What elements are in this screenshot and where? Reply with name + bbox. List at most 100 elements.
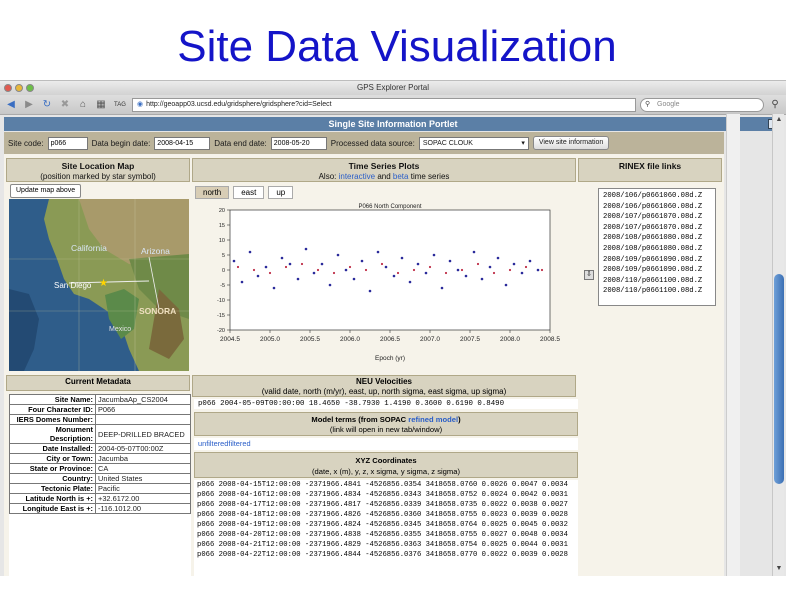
site-location-map[interactable]: California Arizona San Diego SONORA Mexi… [9, 199, 189, 371]
data-point [412, 268, 416, 272]
site-star-icon: ★ [99, 278, 108, 289]
model-terms-header: Model terms (from SOPAC refined model) (… [194, 412, 578, 436]
rinex-file-list[interactable]: 2008/106/p0661060.08d.Z 2008/106/p0661060… [598, 188, 716, 306]
ts-suffix: time series [410, 172, 450, 181]
data-point [480, 277, 484, 281]
metadata-key: Site Name: [9, 394, 96, 405]
forward-icon[interactable]: ▶ [22, 98, 36, 112]
bookmark-icon[interactable]: ▦ [94, 98, 108, 112]
tab-north[interactable]: north [195, 186, 230, 199]
search-placeholder: Google [657, 100, 680, 108]
rinex-file-link[interactable]: 2008/106/p0661060.08d.Z [603, 202, 711, 213]
model-title-prefix: Model terms (from SOPAC [311, 415, 407, 424]
data-point [456, 268, 460, 272]
data-point [272, 286, 276, 290]
component-tabs: north east up [195, 186, 294, 199]
data-point [304, 247, 308, 251]
tab-up[interactable]: up [268, 186, 294, 199]
rinex-file-link[interactable]: 2008/106/p0661060.08d.Z [603, 191, 711, 202]
metadata-row: Monument Description: DEEP-DRILLED BRACED [9, 424, 191, 444]
window-title: GPS Explorer Portal [356, 83, 430, 92]
tab-east[interactable]: east [233, 186, 265, 199]
rinex-file-link[interactable]: 2008/109/p0661090.08d.Z [603, 265, 711, 276]
back-icon[interactable]: ◀ [4, 98, 18, 112]
neu-subtitle: (valid date, north (m/yr), east, up, nor… [261, 387, 507, 396]
xyz-title: XYZ Coordinates [355, 456, 417, 465]
xyz-header: XYZ Coordinates (date, x (m), y, z, x si… [194, 452, 578, 478]
content-scrollbar[interactable] [726, 114, 740, 576]
source-select[interactable]: SOPAC CLOUK ▾ [418, 136, 529, 150]
rinex-file-link[interactable]: 2008/107/p0661070.08d.Z [603, 223, 711, 234]
data-point [448, 259, 452, 263]
data-point [232, 259, 236, 263]
xyz-row: p066 2008-04-19T12:00:00 -2371966.4824 -… [197, 521, 568, 529]
url-bar[interactable]: ◉ http://geoapp03.ucsd.edu/gridsphere/gr… [132, 97, 636, 112]
metadata-key: Country: [9, 473, 96, 484]
site-code-label: Site code: [8, 138, 44, 148]
site-code-input[interactable] [47, 136, 88, 150]
xyz-row: p066 2008-04-18T12:00:00 -2371966.4826 -… [197, 511, 568, 519]
metadata-key: Monument Description: [9, 424, 96, 444]
rinex-file-link[interactable]: 2008/107/p0661070.08d.Z [603, 212, 711, 223]
page-scrollbar[interactable]: ▲ ▼ [772, 114, 784, 576]
rinex-file-link[interactable]: 2008/110/p0661100.08d.Z [603, 286, 711, 297]
metadata-value: +32.6172.00 [95, 493, 191, 504]
data-point [360, 259, 364, 263]
rinex-panel-title: RINEX file links [618, 161, 682, 171]
map-panel-subtitle: (position marked by star symbol) [40, 172, 156, 181]
metadata-row: Country: United States [9, 473, 191, 484]
data-point [392, 274, 396, 278]
update-map-button[interactable]: Update map above [10, 184, 82, 198]
y-tick-label: 5 [222, 253, 225, 259]
time-series-plot: P066 North Component 2004.5 2005.0 2005.5 2… [194, 202, 576, 372]
unfiltered-link[interactable]: unfiltered [198, 439, 228, 448]
data-point [472, 250, 476, 254]
scroll-down-icon[interactable]: ▼ [773, 565, 785, 575]
rinex-file-link[interactable]: 2008/108/p0661080.08d.Z [603, 244, 711, 255]
data-point [328, 283, 332, 287]
search-icon[interactable]: ⚲ [768, 98, 782, 112]
close-window-icon[interactable] [4, 84, 12, 92]
data-point [400, 256, 404, 260]
tag-label[interactable]: TAG [112, 98, 128, 112]
search-engine-icon: ⚲ [645, 100, 651, 108]
metadata-row: Longitude East is +: -116.1012.00 [9, 503, 191, 514]
download-icon[interactable]: ⇩ [584, 270, 594, 280]
plot-area [229, 209, 551, 331]
minimize-window-icon[interactable] [15, 84, 23, 92]
interactive-link[interactable]: interactive [339, 172, 375, 181]
data-point [408, 280, 412, 284]
end-date-input[interactable] [270, 136, 327, 150]
metadata-key: State or Province: [9, 463, 96, 474]
metadata-key: Four Character ID: [9, 404, 96, 415]
map-panel-title: Site Location Map [61, 161, 135, 171]
scroll-up-icon[interactable]: ▲ [773, 116, 785, 126]
search-input[interactable]: ⚲ Google [640, 97, 764, 112]
data-point [504, 283, 508, 287]
metadata-row: Tectonic Plate: Pacific [9, 483, 191, 494]
home-icon[interactable]: ⌂ [76, 98, 90, 112]
rinex-file-link[interactable]: 2008/110/p0661100.08d.Z [603, 276, 711, 287]
data-point [312, 271, 316, 275]
rinex-file-link[interactable]: 2008/108/p0661080.08d.Z [603, 233, 711, 244]
x-axis-label: Epoch (yr) [375, 355, 405, 362]
y-tick-label: -15 [217, 313, 225, 319]
zoom-window-icon[interactable] [26, 84, 34, 92]
refined-model-link[interactable]: refined model [408, 415, 458, 424]
rinex-file-link[interactable]: 2008/109/p0661090.08d.Z [603, 255, 711, 266]
x-tick-label: 2005.0 [260, 336, 280, 343]
begin-date-input[interactable] [154, 136, 211, 150]
begin-date-label: Data begin date: [91, 138, 151, 148]
view-site-info-button[interactable]: View site information [532, 136, 610, 150]
filtered-link[interactable]: filtered [228, 439, 250, 448]
metadata-table: Site Name: JacumbaAp_CS2004 Four Character… [9, 394, 191, 576]
data-point [352, 277, 356, 281]
beta-link[interactable]: beta [393, 172, 409, 181]
time-series-chart: P066 North Component 2004.5 2005.0 2005.5 2… [217, 204, 560, 362]
metadata-key: Latitude North is +: [9, 493, 96, 504]
x-tick-label: 2008.5 [540, 336, 560, 343]
reload-icon[interactable]: ↻ [40, 98, 54, 112]
y-tick-label: 10 [219, 238, 225, 244]
scroll-thumb[interactable] [774, 274, 784, 484]
stop-icon[interactable]: ✖ [58, 98, 72, 112]
